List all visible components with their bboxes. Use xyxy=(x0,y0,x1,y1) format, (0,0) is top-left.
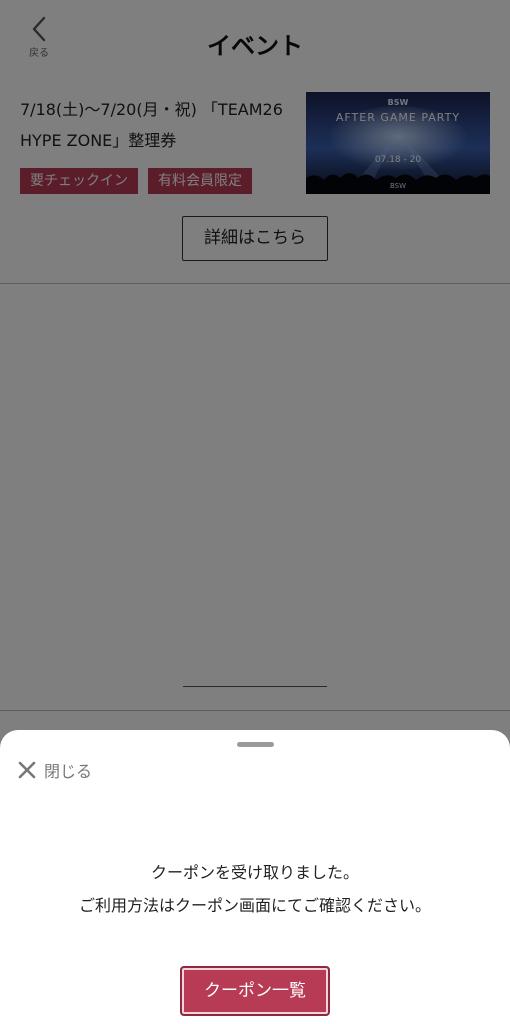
message-line1: クーポンを受け取りました。 xyxy=(150,863,359,882)
drag-handle[interactable] xyxy=(237,742,274,747)
coupon-message: クーポンを受け取りました。 ご利用方法はクーポン画面にてご確認ください。 xyxy=(0,856,510,922)
message-line2: ご利用方法はクーポン画面にてご確認ください。 xyxy=(78,896,431,915)
screen: 戻る イベント 7/18(土)〜7/20(月・祝) 「TEAM26 HYPE Z… xyxy=(0,0,510,1024)
close-icon xyxy=(18,761,36,779)
close-button[interactable]: 閉じる xyxy=(18,758,92,782)
close-label: 閉じる xyxy=(44,762,93,781)
coupon-list-button[interactable]: クーポン一覧 xyxy=(180,966,330,1016)
coupon-bottom-sheet: 閉じる クーポンを受け取りました。 ご利用方法はクーポン画面にてご確認ください。… xyxy=(0,730,510,1024)
